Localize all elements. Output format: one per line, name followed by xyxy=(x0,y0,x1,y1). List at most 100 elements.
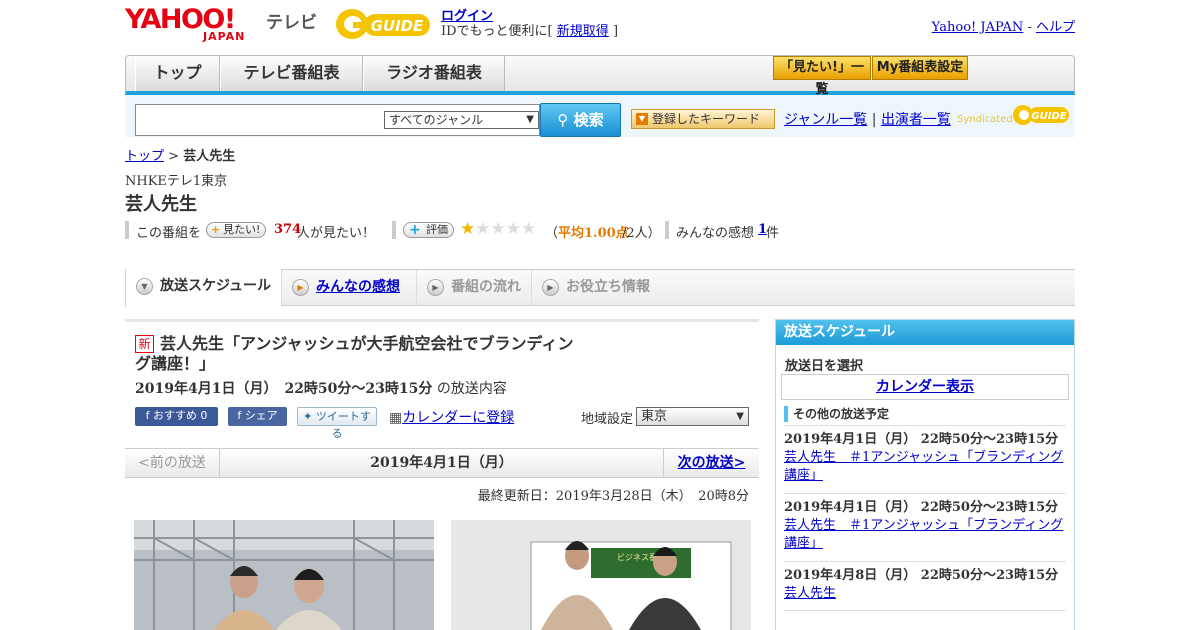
svg-text:GUIDE: GUIDE xyxy=(1031,111,1066,122)
rate-button[interactable]: + 評価 xyxy=(403,222,454,238)
registered-keywords-button[interactable]: ▼ 登録したキーワード xyxy=(631,109,775,129)
tab-impressions-label: みんなの感想 xyxy=(316,279,400,295)
impressions-label: みんなの感想 xyxy=(676,226,755,241)
impressions-unit: 件 xyxy=(766,226,780,241)
tab-schedule[interactable]: ▼ 放送スケジュール xyxy=(125,269,282,307)
tv-label[interactable]: テレビ xyxy=(266,8,317,33)
breadcrumb-top-link[interactable]: トップ xyxy=(125,149,164,164)
calendar-register[interactable]: ▦カレンダーに登録 xyxy=(389,407,514,427)
search-button[interactable]: ⚲ 検索 xyxy=(540,103,621,137)
genre-list-link[interactable]: ジャンル一覧 xyxy=(784,112,867,128)
row-bar xyxy=(392,221,396,239)
schedule-item-link[interactable]: 芸人先生 ＃1アンジャッシュ「ブランディング講座」 xyxy=(784,518,1063,551)
my-guide-settings-button[interactable]: My番組表設定 xyxy=(872,56,968,80)
schedule-item: 2019年4月1日（月） 22時50分～23時15分 芸人先生 ＃1アンジャッシ… xyxy=(784,493,1066,561)
header-links: Yahoo! JAPAN - ヘルプ xyxy=(932,16,1075,35)
region-label: 地域設定 xyxy=(581,412,634,427)
chevron-down-icon: ▼ xyxy=(136,278,153,295)
help-link[interactable]: ヘルプ xyxy=(1036,20,1075,35)
want-badge-label: 見たい! xyxy=(223,223,261,236)
registered-keywords-label: 登録したキーワード xyxy=(652,112,761,126)
search-button-label: 検索 xyxy=(573,111,604,129)
genre-links: ジャンル一覧 | 出演者一覧 xyxy=(784,109,951,129)
region-select-value: 東京 xyxy=(641,409,668,424)
nav-tab-radio-guide[interactable]: ラジオ番組表 xyxy=(363,56,505,91)
episode-title: 芸人先生「アンジャッシュが大手航空会社でブランディング講座！」 xyxy=(135,334,574,373)
program-tabs: ▼ 放送スケジュール ▶ みんなの感想 ▶ 番組の流れ ▶ お役立ち情報 xyxy=(125,269,1075,307)
calendar-register-link[interactable]: カレンダーに登録 xyxy=(402,410,514,426)
nav-tab-top[interactable]: トップ xyxy=(135,56,220,91)
signup-bracket: ] xyxy=(612,24,619,39)
svg-text:GUIDE: GUIDE xyxy=(371,17,425,35)
play-icon: ▶ xyxy=(427,279,444,296)
row-bar xyxy=(125,221,129,239)
g-guide-logo[interactable]: GUIDE xyxy=(334,6,434,42)
recommend-label: おすすめ 0 xyxy=(152,409,208,422)
signup-prompt-text: IDでもっと便利に[ xyxy=(441,24,553,39)
want-badge[interactable]: + 見たい! xyxy=(206,222,267,238)
next-broadcast-link[interactable]: 次の放送> xyxy=(678,455,746,471)
facebook-recommend-button[interactable]: f おすすめ 0 xyxy=(135,407,218,426)
signup-link[interactable]: 新規取得 xyxy=(557,24,609,39)
row-bar xyxy=(665,221,669,239)
tweet-button[interactable]: ✦ ツイートする xyxy=(297,407,377,440)
other-schedule-title: その他の放送予定 xyxy=(784,406,889,422)
yahoo-japan-link[interactable]: Yahoo! JAPAN xyxy=(932,20,1024,35)
facebook-icon: f xyxy=(145,409,150,422)
last-updated: 最終更新日：2019年3月28日（木） 20時8分 xyxy=(477,489,749,504)
nav-tab-tv-guide[interactable]: テレビ番組表 xyxy=(220,56,363,91)
triangle-down-icon: ▼ xyxy=(636,113,648,125)
schedule-item: 2019年4月1日（月） 22時50分～23時15分 芸人先生 ＃1アンジャッシ… xyxy=(784,425,1066,493)
syndicated-g-guide-logo: Syndicated GUIDE xyxy=(957,103,1069,129)
logo-sub: JAPAN xyxy=(203,30,246,43)
schedule-sidebar: 放送スケジュール 放送日を選択 カレンダー表示 その他の放送予定 2019年4月… xyxy=(775,319,1075,630)
episode-date-suffix: の放送内容 xyxy=(436,381,507,397)
share-label: シェア xyxy=(244,409,278,422)
avg-count: /2人） xyxy=(622,226,661,241)
episode-airtime: 2019年4月1日（月） 22時50分～23時15分 の放送内容 xyxy=(135,378,507,398)
breadcrumb-current: 芸人先生 xyxy=(183,149,236,164)
episode-photo-2: ビジネス番組 xyxy=(451,520,751,630)
link-divider: | xyxy=(871,112,877,128)
episode-date: 2019年4月1日（月） 22時50分～23時15分 xyxy=(135,381,433,397)
schedule-item-date: 2019年4月8日（月） 22時50分～23時15分 xyxy=(784,568,1059,583)
schedule-item-link[interactable]: 芸人先生 xyxy=(784,586,836,601)
calendar-view-link[interactable]: カレンダー表示 xyxy=(876,379,974,395)
want-prefix: この番組を xyxy=(136,226,202,241)
header-separator: - xyxy=(1027,20,1032,35)
tab-useful-info-label: お役立ち情報 xyxy=(566,279,650,295)
tab-schedule-label: 放送スケジュール xyxy=(160,278,272,294)
rate-button-label: 評価 xyxy=(426,223,448,236)
performer-list-link[interactable]: 出演者一覧 xyxy=(881,112,951,128)
pager-date: 2019年4月1日（月） xyxy=(370,455,513,471)
broadcast-pager: <前の放送 2019年4月1日（月） 次の放送> xyxy=(125,448,759,478)
sidebar-title: 放送スケジュール xyxy=(776,320,1074,345)
breadcrumb: トップ > 芸人先生 xyxy=(125,145,235,164)
twitter-icon: ✦ xyxy=(303,410,313,423)
yahoo-japan-logo[interactable]: YAHOO! JAPAN xyxy=(125,6,261,44)
search-icon: ⚲ xyxy=(557,111,569,129)
schedule-item-date: 2019年4月1日（月） 22時50分～23時15分 xyxy=(784,500,1059,515)
region-select[interactable]: 東京 ▼ xyxy=(636,407,749,426)
facebook-icon: f xyxy=(237,409,242,422)
tab-impressions[interactable]: ▶ みんなの感想 xyxy=(282,270,417,306)
plus-icon: + xyxy=(211,223,221,236)
syndicated-text: Syndicated xyxy=(957,114,1013,125)
genre-select[interactable]: すべてのジャンル ▼ xyxy=(384,111,539,129)
breadcrumb-separator: > xyxy=(168,149,180,164)
select-date-label: 放送日を選択 xyxy=(785,359,864,374)
schedule-item-link[interactable]: 芸人先生 ＃1アンジャッシュ「ブランディング講座」 xyxy=(784,450,1063,483)
play-icon: ▶ xyxy=(292,279,309,296)
star-empty-icon: ★★★★ xyxy=(475,219,537,239)
plus-icon: + xyxy=(409,222,421,238)
facebook-share-button[interactable]: f シェア xyxy=(228,407,287,426)
tab-program-flow: ▶ 番組の流れ xyxy=(417,270,532,306)
tab-program-flow-label: 番組の流れ xyxy=(451,279,521,295)
program-stats-row: この番組を + 見たい! 374 人が見たい！ + 評価 ★★★★★ （ 平均1.0… xyxy=(125,219,825,241)
play-icon: ▶ xyxy=(542,279,559,296)
want-list-button[interactable]: 「見たい!」一覧 xyxy=(773,56,871,97)
dropdown-arrow-icon: ▼ xyxy=(736,411,744,422)
new-badge: 新 xyxy=(135,335,154,353)
rating-stars: ★★★★★ xyxy=(460,219,536,239)
prev-broadcast: <前の放送 xyxy=(125,449,220,477)
